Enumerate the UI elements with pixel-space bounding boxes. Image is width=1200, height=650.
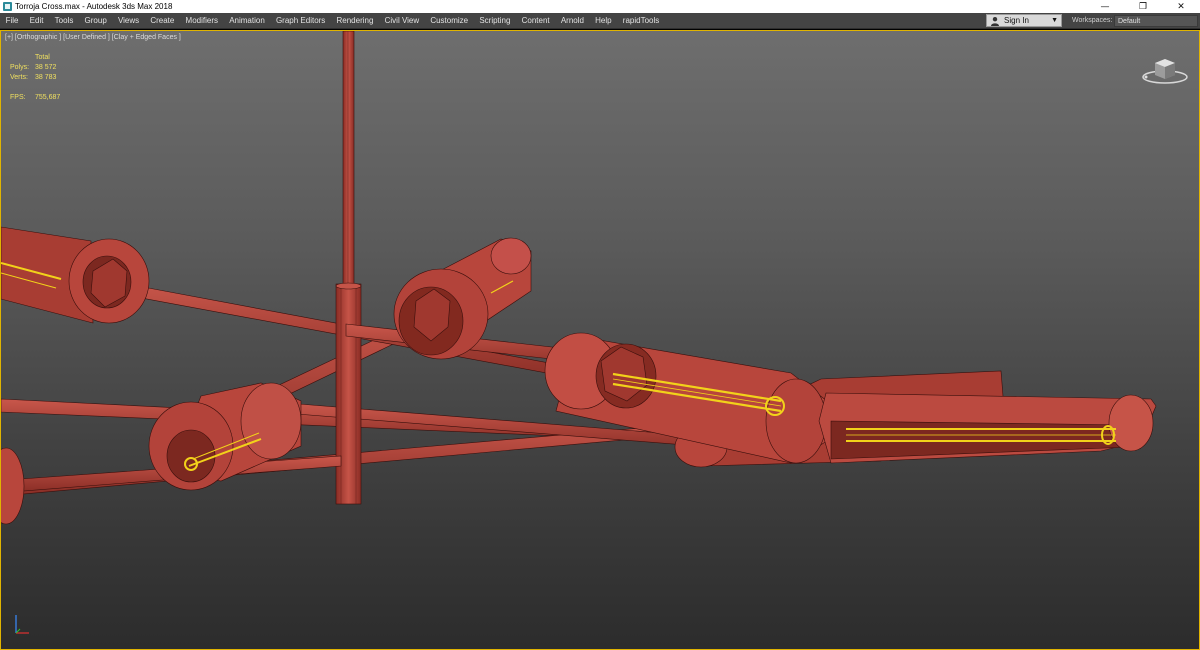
menu-bar: File Edit Tools Group Views Create Modif… [0, 13, 1200, 29]
user-icon [989, 15, 1001, 26]
maximize-button[interactable]: ❐ [1124, 0, 1162, 13]
menu-graph-editors[interactable]: Graph Editors [270, 13, 331, 29]
verts-label: Verts: [10, 74, 28, 81]
menu-arnold[interactable]: Arnold [555, 13, 589, 29]
sign-in-button[interactable]: Sign In ▼ [986, 14, 1062, 27]
fps-value: 755,687 [35, 94, 61, 101]
viewport-label-menu[interactable]: [+] [Orthographic ] [User Defined ] [Cla… [5, 34, 181, 41]
app-icon[interactable] [3, 2, 12, 11]
sign-in-label: Sign In [1004, 16, 1029, 25]
menu-tools[interactable]: Tools [49, 13, 79, 29]
fps-label: FPS: [10, 94, 26, 101]
menu-customize[interactable]: Customize [425, 13, 474, 29]
menu-rendering[interactable]: Rendering [331, 13, 379, 29]
menu-scripting[interactable]: Scripting [474, 13, 516, 29]
menu-file[interactable]: File [0, 13, 24, 29]
title-bar: Torroja Cross.max - Autodesk 3ds Max 201… [0, 0, 1200, 13]
menu-views[interactable]: Views [112, 13, 144, 29]
menu-help[interactable]: Help [590, 13, 618, 29]
viewcube-icon[interactable] [1141, 53, 1189, 89]
axis-tripod-icon [15, 615, 29, 634]
menu-create[interactable]: Create [145, 13, 180, 29]
menu-civil-view[interactable]: Civil View [379, 13, 425, 29]
perspective-viewport[interactable]: [+] [Orthographic ] [User Defined ] [Cla… [0, 30, 1200, 650]
stats-header: Total [35, 54, 50, 61]
window-title: Torroja Cross.max - Autodesk 3ds Max 201… [15, 2, 173, 11]
menu-edit[interactable]: Edit [24, 13, 49, 29]
scene-render[interactable] [1, 31, 1200, 650]
menu-rapidtools[interactable]: rapidTools [617, 13, 665, 29]
polys-label: Polys: [10, 64, 30, 71]
polys-value: 38 572 [35, 64, 57, 71]
menu-content[interactable]: Content [516, 13, 555, 29]
menu-animation[interactable]: Animation [224, 13, 271, 29]
menu-group[interactable]: Group [79, 13, 112, 29]
workspaces-label: Workspaces: [1072, 17, 1113, 24]
menu-modifiers[interactable]: Modifiers [180, 13, 224, 29]
workspace-dropdown[interactable]: Default [1114, 15, 1198, 27]
window-controls: — ❐ ✕ [1086, 0, 1200, 13]
minimize-button[interactable]: — [1086, 0, 1124, 13]
statistics-overlay: Total Polys: 38 572 Verts: 38 783 FPS: 7… [10, 53, 60, 103]
close-button[interactable]: ✕ [1162, 0, 1200, 13]
chevron-down-icon: ▼ [1051, 17, 1058, 24]
verts-value: 38 783 [35, 74, 57, 81]
